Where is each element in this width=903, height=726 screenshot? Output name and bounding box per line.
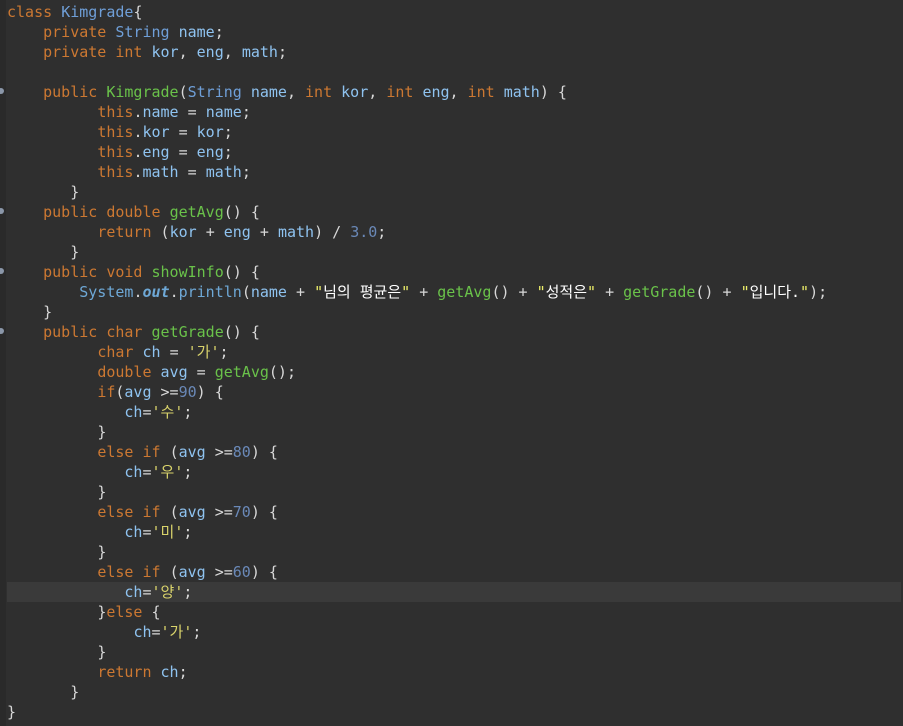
code-line-34[interactable]: return ch; [7,662,901,682]
code-line-13[interactable]: } [7,242,901,262]
fold-marker-icon[interactable] [0,208,4,214]
code-editor[interactable]: class Kimgrade{ private String name; pri… [0,0,903,726]
code-line-22[interactable]: } [7,422,901,442]
code-line-35[interactable]: } [7,682,901,702]
code-line-21[interactable]: ch='수'; [7,402,901,422]
fold-marker-icon[interactable] [0,328,4,334]
code-line-6[interactable]: this.name = name; [7,102,901,122]
code-line-25[interactable]: } [7,482,901,502]
code-line-30-current[interactable]: ch='양'; [7,582,901,602]
code-line-20[interactable]: if(avg >=90) { [7,382,901,402]
code-line-5[interactable]: public Kimgrade(String name, int kor, in… [7,82,901,102]
fold-marker-icon[interactable] [0,268,4,274]
code-line-4[interactable] [7,62,901,82]
code-line-11[interactable]: public double getAvg() { [7,202,901,222]
code-line-36[interactable]: } [7,702,901,722]
code-line-23[interactable]: else if (avg >=80) { [7,442,901,462]
code-line-31[interactable]: }else { [7,602,901,622]
code-line-24[interactable]: ch='우'; [7,462,901,482]
code-line-12[interactable]: return (kor + eng + math) / 3.0; [7,222,901,242]
code-line-18[interactable]: char ch = '가'; [7,342,901,362]
code-line-7[interactable]: this.kor = kor; [7,122,901,142]
code-line-15[interactable]: System.out.println(name + "님의 평균은" + get… [7,282,901,302]
code-line-10[interactable]: } [7,182,901,202]
code-line-33[interactable]: } [7,642,901,662]
code-line-2[interactable]: private String name; [7,22,901,42]
code-line-3[interactable]: private int kor, eng, math; [7,42,901,62]
code-line-8[interactable]: this.eng = eng; [7,142,901,162]
code-line-17[interactable]: public char getGrade() { [7,322,901,342]
code-line-14[interactable]: public void showInfo() { [7,262,901,282]
code-line-16[interactable]: } [7,302,901,322]
code-line-28[interactable]: } [7,542,901,562]
fold-marker-icon[interactable] [0,88,4,94]
code-line-29[interactable]: else if (avg >=60) { [7,562,901,582]
code-area[interactable]: class Kimgrade{ private String name; pri… [7,2,901,722]
code-line-32[interactable]: ch='가'; [7,622,901,642]
code-line-1[interactable]: class Kimgrade{ [7,2,901,22]
code-line-9[interactable]: this.math = math; [7,162,901,182]
code-line-26[interactable]: else if (avg >=70) { [7,502,901,522]
code-line-27[interactable]: ch='미'; [7,522,901,542]
code-line-19[interactable]: double avg = getAvg(); [7,362,901,382]
editor-gutter[interactable] [0,0,6,726]
